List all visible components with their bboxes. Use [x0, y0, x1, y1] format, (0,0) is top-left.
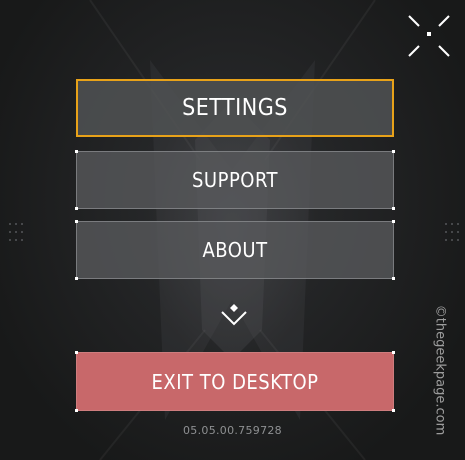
version-number: 05.05.00.759728 — [183, 424, 282, 437]
corner-marker — [392, 150, 395, 153]
corner-marker — [75, 220, 78, 223]
settings-button[interactable]: SETTINGS — [76, 79, 394, 137]
watermark-text: ©thegeekpage.com — [432, 304, 448, 436]
corner-marker — [75, 207, 78, 210]
corner-marker — [75, 351, 78, 354]
chevron-down-icon[interactable] — [219, 302, 249, 328]
corner-marker — [75, 150, 78, 153]
corner-marker — [392, 220, 395, 223]
about-button-label: ABOUT — [202, 238, 268, 262]
exit-to-desktop-button[interactable]: EXIT TO DESKTOP — [75, 351, 395, 412]
corner-marker — [75, 409, 78, 412]
exit-button-label: EXIT TO DESKTOP — [151, 369, 319, 394]
corner-marker — [392, 351, 395, 354]
main-menu-screen: SETTINGS SUPPORT ABOUT EXIT TO DESKTOP 0… — [0, 0, 465, 460]
corner-marker — [75, 277, 78, 280]
decorative-dots-left — [9, 223, 23, 241]
corner-marker — [392, 277, 395, 280]
decorative-dots-right — [445, 223, 459, 241]
support-button[interactable]: SUPPORT — [75, 150, 395, 210]
watermark: ©thegeekpage.com — [428, 290, 452, 450]
corner-marker — [392, 409, 395, 412]
corner-marker — [392, 207, 395, 210]
settings-button-label: SETTINGS — [182, 95, 288, 121]
fullscreen-toggle-icon[interactable] — [405, 12, 453, 60]
support-button-label: SUPPORT — [192, 168, 278, 192]
about-button[interactable]: ABOUT — [75, 220, 395, 280]
